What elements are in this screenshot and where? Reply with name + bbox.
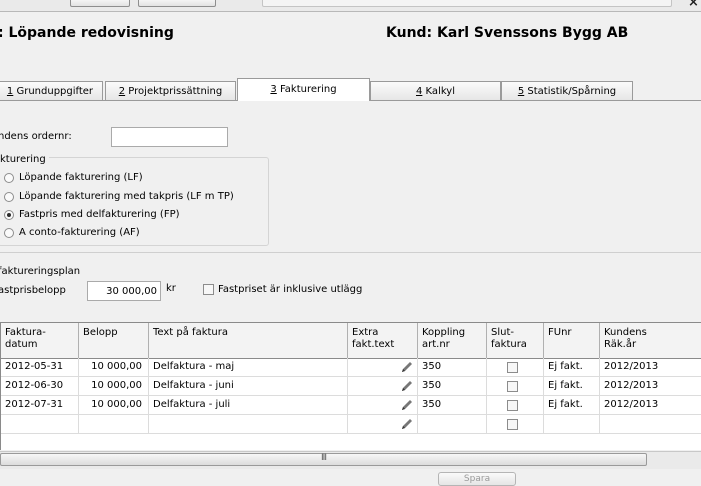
cell-amount[interactable]: 10 000,00 bbox=[79, 377, 149, 395]
radio-lf-m-tp[interactable]: Löpande fakturering med takpris (LF m TP… bbox=[4, 191, 234, 202]
cell-date[interactable]: 2012-07-31 bbox=[1, 396, 79, 414]
inclusive-expenses-label: Fastpriset är inklusive utlägg bbox=[218, 284, 363, 295]
pencil-icon[interactable] bbox=[401, 361, 413, 373]
final-invoice-checkbox[interactable] bbox=[507, 381, 518, 392]
column-header-article[interactable]: Koppling art.nr bbox=[418, 323, 487, 358]
cell-text[interactable]: Delfaktura - juni bbox=[149, 377, 348, 395]
top-toolbar-strip: × bbox=[0, 0, 701, 12]
invoicing-group-label: kturering bbox=[0, 154, 49, 165]
close-icon[interactable]: × bbox=[688, 0, 699, 10]
cell-final-invoice[interactable] bbox=[487, 396, 544, 414]
plan-title: faktureringsplan bbox=[0, 266, 81, 277]
invoice-plan-table: Faktura- datum Belopp Text på faktura Ex… bbox=[0, 322, 701, 450]
table-header: Faktura- datum Belopp Text på faktura Ex… bbox=[1, 323, 701, 359]
radio-label: Löpande fakturering med takpris (LF m TP… bbox=[19, 191, 234, 202]
order-number-label: ndens ordernr: bbox=[0, 131, 72, 142]
cell-text[interactable] bbox=[149, 415, 348, 433]
final-invoice-checkbox[interactable] bbox=[507, 400, 518, 411]
radio-af[interactable]: A conto-fakturering (AF) bbox=[4, 227, 140, 238]
pencil-icon[interactable] bbox=[401, 418, 413, 430]
cell-final-invoice[interactable] bbox=[487, 358, 544, 376]
radio-button-selected[interactable] bbox=[4, 209, 14, 220]
final-invoice-checkbox[interactable] bbox=[507, 419, 518, 430]
cell-article[interactable]: 350 bbox=[418, 358, 487, 376]
page-title: : Löpande redovisning bbox=[0, 25, 174, 41]
cell-date[interactable]: 2012-06-30 bbox=[1, 377, 79, 395]
table-row[interactable]: 2012-05-31 10 000,00 Delfaktura - maj 35… bbox=[1, 358, 701, 377]
column-header-funr[interactable]: FUnr bbox=[544, 323, 600, 358]
pencil-icon[interactable] bbox=[401, 380, 413, 392]
horizontal-scrollbar[interactable]: III bbox=[0, 451, 701, 469]
radio-label: Fastpris med delfakturering (FP) bbox=[19, 209, 180, 220]
cell-final-invoice[interactable] bbox=[487, 415, 544, 433]
cell-fiscal-year[interactable]: 2012/2013 bbox=[600, 377, 701, 395]
scrollbar-thumb[interactable]: III bbox=[0, 453, 647, 466]
cell-funr[interactable] bbox=[544, 415, 600, 433]
customer-name: Kund: Karl Svenssons Bygg AB bbox=[386, 25, 629, 41]
toolbar-field[interactable] bbox=[262, 0, 672, 7]
cell-amount[interactable]: 10 000,00 bbox=[79, 358, 149, 376]
cell-date[interactable]: 2012-05-31 bbox=[1, 358, 79, 376]
cell-extra-text[interactable] bbox=[348, 358, 418, 376]
radio-button[interactable] bbox=[4, 191, 14, 202]
section-divider bbox=[0, 252, 701, 253]
cell-text[interactable]: Delfaktura - maj bbox=[149, 358, 348, 376]
cell-extra-text[interactable] bbox=[348, 377, 418, 395]
cell-final-invoice[interactable] bbox=[487, 377, 544, 395]
cell-funr[interactable]: Ej fakt. bbox=[544, 358, 600, 376]
pencil-icon[interactable] bbox=[401, 399, 413, 411]
radio-button[interactable] bbox=[4, 227, 14, 238]
radio-button[interactable] bbox=[4, 172, 14, 183]
column-header-date[interactable]: Faktura- datum bbox=[1, 323, 79, 358]
cell-amount[interactable]: 10 000,00 bbox=[79, 396, 149, 414]
table-row-new[interactable] bbox=[1, 415, 701, 434]
tab-statistik-sparning[interactable]: 5 Statistik/Spårning bbox=[501, 81, 633, 100]
table-row[interactable]: 2012-07-31 10 000,00 Delfaktura - juli 3… bbox=[1, 396, 701, 415]
radio-label: Löpande fakturering (LF) bbox=[19, 172, 143, 183]
invoicing-group: kturering Löpande fakturering (LF) Löpan… bbox=[0, 154, 269, 246]
fixed-price-input[interactable] bbox=[87, 281, 161, 301]
cell-article[interactable]: 350 bbox=[418, 377, 487, 395]
currency-label: kr bbox=[166, 283, 176, 294]
tab-grunduppgifter[interactable]: 1 Grunduppgifter bbox=[0, 81, 103, 100]
cell-funr[interactable]: Ej fakt. bbox=[544, 377, 600, 395]
tab-kalkyl[interactable]: 4 Kalkyl bbox=[370, 81, 501, 100]
cell-fiscal-year[interactable] bbox=[600, 415, 701, 433]
cell-article[interactable]: 350 bbox=[418, 396, 487, 414]
column-header-fiscal-year[interactable]: Kundens Räk.år bbox=[600, 323, 701, 358]
toolbar-button[interactable] bbox=[70, 0, 130, 7]
order-number-input[interactable] bbox=[111, 127, 228, 147]
scrollbar-grip: III bbox=[321, 453, 327, 463]
radio-lf[interactable]: Löpande fakturering (LF) bbox=[4, 172, 143, 183]
tab-projektprissattning[interactable]: 2 Projektprissättning bbox=[105, 81, 236, 100]
cell-funr[interactable]: Ej fakt. bbox=[544, 396, 600, 414]
column-header-amount[interactable]: Belopp bbox=[79, 323, 149, 358]
column-header-final-invoice[interactable]: Slut- faktura bbox=[487, 323, 544, 358]
cell-amount[interactable] bbox=[79, 415, 149, 433]
column-header-text[interactable]: Text på faktura bbox=[149, 323, 348, 358]
table-row[interactable]: 2012-06-30 10 000,00 Delfaktura - juni 3… bbox=[1, 377, 701, 396]
fixed-price-label: astprisbelopp bbox=[0, 285, 66, 296]
cell-article[interactable] bbox=[418, 415, 487, 433]
save-button[interactable]: Spara bbox=[438, 472, 516, 486]
toolbar-button[interactable] bbox=[138, 0, 216, 7]
column-header-extra-text[interactable]: Extra fakt.text bbox=[348, 323, 418, 358]
cell-date[interactable] bbox=[1, 415, 79, 433]
cell-fiscal-year[interactable]: 2012/2013 bbox=[600, 358, 701, 376]
final-invoice-checkbox[interactable] bbox=[507, 362, 518, 373]
tab-fakturering[interactable]: 3 Fakturering bbox=[237, 78, 370, 101]
radio-label: A conto-fakturering (AF) bbox=[19, 227, 140, 238]
cell-extra-text[interactable] bbox=[348, 415, 418, 433]
inclusive-expenses-checkbox[interactable] bbox=[203, 284, 214, 295]
cell-extra-text[interactable] bbox=[348, 396, 418, 414]
radio-fp[interactable]: Fastpris med delfakturering (FP) bbox=[4, 209, 180, 220]
cell-text[interactable]: Delfaktura - juli bbox=[149, 396, 348, 414]
cell-fiscal-year[interactable]: 2012/2013 bbox=[600, 396, 701, 414]
